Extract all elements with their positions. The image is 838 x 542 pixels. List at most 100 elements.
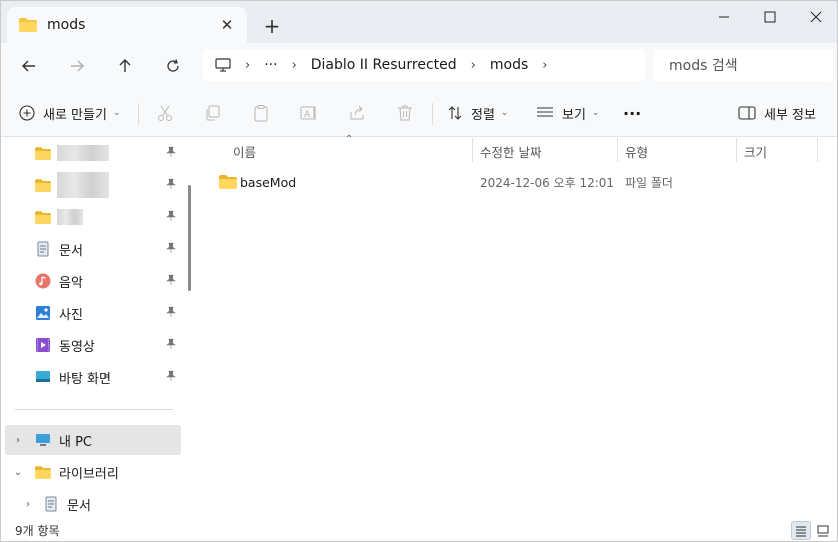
pin-icon[interactable]: [165, 306, 179, 320]
sidebar-item-this-pc[interactable]: › 내 PC: [5, 425, 181, 455]
column-separator[interactable]: [817, 138, 818, 162]
pin-icon[interactable]: [165, 146, 179, 160]
sidebar-scrollbar[interactable]: [188, 185, 191, 291]
sidebar-item-label: 문서: [67, 498, 91, 514]
breadcrumb-ellipsis[interactable]: ···: [264, 57, 277, 73]
back-button[interactable]: [14, 51, 44, 81]
chevron-right-icon: ›: [542, 57, 548, 73]
close-tab-icon[interactable]: ✕: [217, 15, 237, 35]
new-tab-button[interactable]: +: [259, 13, 285, 39]
address-bar[interactable]: › ··· › Diablo II Resurrected › mods ›: [203, 49, 645, 81]
divider: [432, 103, 433, 125]
sidebar-item-desktop[interactable]: 바탕 화면: [1, 362, 181, 392]
sidebar-item-documents[interactable]: 문서: [1, 234, 181, 264]
tiles-view-icon: [817, 525, 829, 537]
close-window-button[interactable]: [793, 1, 837, 33]
tab-mods[interactable]: mods ✕: [7, 7, 247, 43]
chevron-right-icon: ›: [245, 57, 251, 73]
sidebar-item-libraries[interactable]: ⌄ 라이브러리: [1, 457, 181, 487]
more-options-button[interactable]: ···: [623, 99, 641, 127]
delete-button[interactable]: [396, 99, 414, 127]
chevron-down-icon: ⌄: [591, 108, 600, 118]
minimize-button[interactable]: [701, 1, 747, 33]
pin-icon[interactable]: [165, 242, 179, 256]
list-view-icon: [536, 106, 554, 120]
sidebar-item-label: 음악: [59, 275, 83, 291]
status-bar: 9개 항목: [1, 518, 837, 541]
refresh-button[interactable]: [158, 51, 188, 81]
details-view-icon: [795, 525, 807, 537]
sidebar-item-label: 바탕 화면: [59, 371, 111, 387]
new-label: 새로 만들기: [43, 107, 107, 123]
breadcrumb-mods[interactable]: mods: [490, 57, 528, 73]
rename-icon: A: [300, 104, 318, 122]
quick-access-item-1[interactable]: [1, 138, 181, 168]
column-separator[interactable]: [472, 138, 473, 162]
trash-icon: [396, 104, 414, 122]
divider: [138, 103, 139, 125]
music-icon: [35, 273, 51, 289]
quick-access-item-3[interactable]: [1, 202, 181, 232]
share-icon: [348, 104, 366, 122]
forward-button[interactable]: [62, 51, 92, 81]
tiles-view-button[interactable]: [813, 521, 833, 540]
sidebar-item-library-documents[interactable]: › 문서: [1, 489, 181, 519]
column-separator[interactable]: [736, 138, 737, 162]
copy-button[interactable]: [204, 99, 222, 127]
column-separator[interactable]: [617, 138, 618, 162]
chevron-right-icon: ›: [470, 57, 476, 73]
column-header-size[interactable]: 크기: [744, 138, 767, 164]
scissors-icon: [156, 104, 174, 122]
column-header-type[interactable]: 유형: [625, 138, 648, 164]
details-pane-button[interactable]: 세부 정보: [738, 99, 816, 127]
chevron-down-icon: ⌄: [500, 108, 509, 118]
cut-button[interactable]: [156, 99, 174, 127]
redacted-label: [57, 145, 109, 161]
divider: [15, 409, 173, 410]
sidebar-item-music[interactable]: 음악: [1, 266, 181, 296]
breadcrumb-diablo[interactable]: Diablo II Resurrected: [311, 57, 457, 73]
folder-icon: [219, 175, 237, 189]
rename-button[interactable]: A: [300, 99, 318, 127]
file-date: 2024-12-06 오후 12:01: [480, 175, 615, 190]
folder-icon: [35, 465, 51, 479]
maximize-button[interactable]: [747, 1, 793, 33]
sort-button[interactable]: 정렬 ⌄: [447, 99, 508, 127]
pin-icon[interactable]: [165, 274, 179, 288]
details-label: 세부 정보: [764, 107, 816, 123]
sort-label: 정렬: [471, 107, 495, 123]
details-view-button[interactable]: [791, 521, 811, 540]
share-button[interactable]: [348, 99, 366, 127]
sort-arrows-icon: [447, 105, 463, 121]
details-pane-icon: [738, 106, 756, 120]
search-input[interactable]: mods 검색: [653, 49, 833, 81]
chevron-down-icon[interactable]: ⌄: [11, 465, 25, 479]
pin-icon[interactable]: [165, 210, 179, 224]
sidebar-item-label: 사진: [59, 307, 83, 323]
chevron-right-icon[interactable]: ›: [11, 433, 25, 447]
paste-button[interactable]: [252, 99, 270, 127]
sidebar-item-videos[interactable]: 동영상: [1, 330, 181, 360]
pin-icon[interactable]: [165, 178, 179, 192]
folder-icon: [19, 18, 37, 32]
redacted-label: [57, 209, 83, 225]
quick-access-item-2[interactable]: [1, 170, 181, 200]
redacted-label: [57, 172, 109, 198]
sidebar-item-label: 라이브러리: [59, 466, 119, 482]
pin-icon[interactable]: [165, 370, 179, 384]
new-button[interactable]: 새로 만들기 ⌄: [19, 99, 120, 127]
column-header-name[interactable]: 이름: [233, 138, 256, 164]
file-explorer-window: mods ✕ + › ··· › Diablo II Resurrected ›…: [0, 0, 838, 542]
table-row[interactable]: baseMod 2024-12-06 오후 12:01 파일 폴더: [215, 170, 815, 194]
item-count: 9개 항목: [15, 524, 60, 538]
up-button[interactable]: [110, 51, 140, 81]
picture-icon: [35, 305, 51, 321]
title-bar: mods ✕ +: [1, 1, 837, 43]
view-label: 보기: [562, 107, 586, 123]
chevron-right-icon[interactable]: ›: [21, 497, 35, 511]
sidebar-item-pictures[interactable]: 사진: [1, 298, 181, 328]
pin-icon[interactable]: [165, 338, 179, 352]
column-header-date[interactable]: 수정한 날짜: [480, 138, 541, 164]
view-button[interactable]: 보기 ⌄: [536, 99, 599, 127]
computer-icon: [35, 433, 51, 448]
